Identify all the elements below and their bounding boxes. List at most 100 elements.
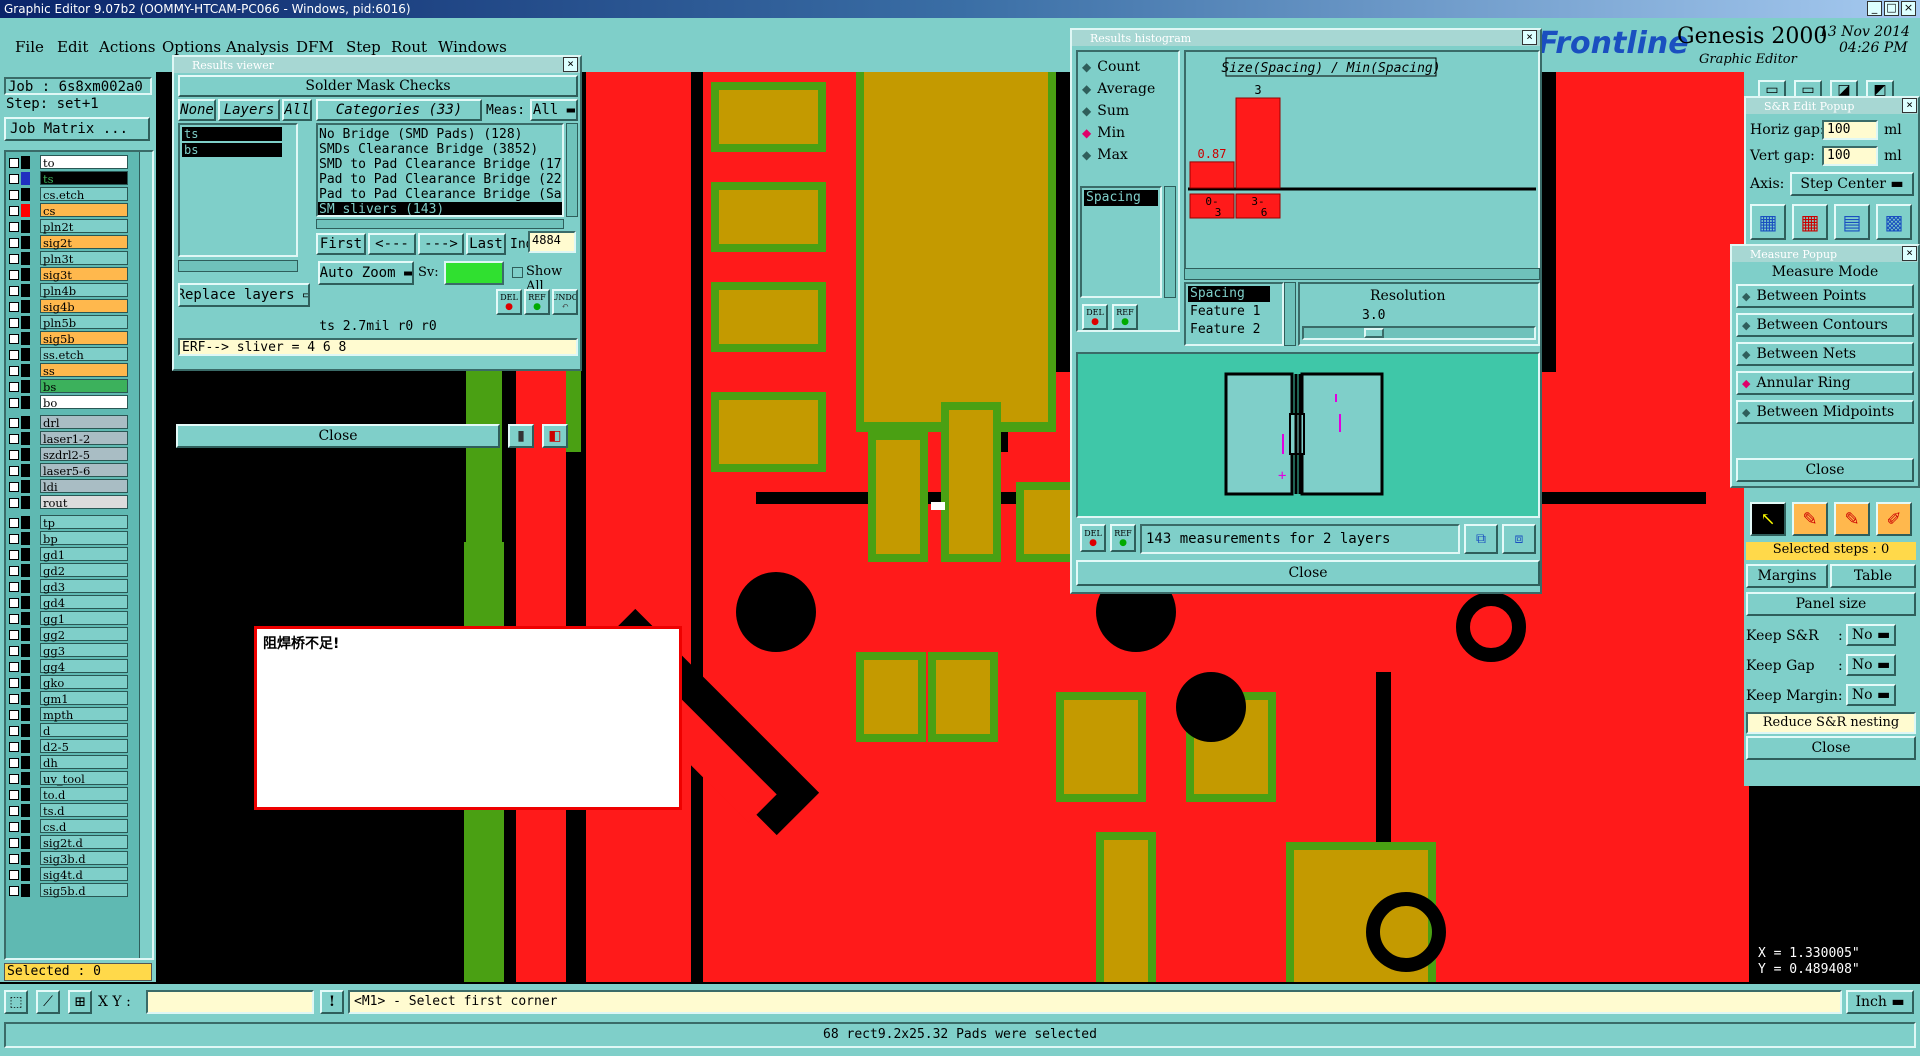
layer-name[interactable]: drl: [40, 415, 128, 430]
last-button[interactable]: Last: [466, 233, 506, 255]
layer-row[interactable]: ts: [6, 171, 128, 186]
layer-checkbox[interactable]: [9, 206, 19, 216]
layer-checkbox[interactable]: [9, 318, 19, 328]
layer-row[interactable]: dh: [6, 755, 128, 770]
mode-between-midpoints[interactable]: ◆ Between Midpoints: [1736, 400, 1914, 424]
layer-row[interactable]: d2-5: [6, 739, 128, 754]
layer-checkbox[interactable]: [9, 238, 19, 248]
layer-row[interactable]: gd1: [6, 547, 128, 562]
resolution-slider[interactable]: [1302, 326, 1536, 340]
layer-checkbox[interactable]: [9, 302, 19, 312]
layer-checkbox[interactable]: [9, 254, 19, 264]
mode-annular-ring[interactable]: ◆ Annular Ring: [1736, 371, 1914, 395]
option-average[interactable]: ◆ Average: [1082, 80, 1155, 98]
category-item[interactable]: SM slivers (143): [318, 202, 562, 215]
grid-icon[interactable]: ▦: [1792, 204, 1828, 240]
layer-name[interactable]: sig2t: [40, 235, 128, 250]
layer-row[interactable]: pln4b: [6, 283, 128, 298]
layer-name[interactable]: gm1: [40, 691, 128, 706]
layer-checkbox[interactable]: [9, 630, 19, 640]
layer-name[interactable]: ss.etch: [40, 347, 128, 362]
layer-checkbox[interactable]: [9, 158, 19, 168]
layer-checkbox[interactable]: [9, 806, 19, 816]
meas-dropdown[interactable]: All ▬: [530, 99, 578, 121]
zoom-icon[interactable]: ⧉: [1464, 524, 1498, 554]
histogram-close-button[interactable]: Close: [1076, 560, 1540, 586]
layer-row[interactable]: cs.etch: [6, 187, 128, 202]
keep-margin-dropdown[interactable]: No ▬: [1846, 684, 1896, 706]
layer-checkbox[interactable]: [9, 870, 19, 880]
layer-name[interactable]: ss: [40, 363, 128, 378]
layer-name[interactable]: mpth: [40, 707, 128, 722]
layer-name[interactable]: bo: [40, 395, 128, 410]
layer-checkbox[interactable]: [9, 598, 19, 608]
layer-name[interactable]: szdrl2-5: [40, 447, 128, 462]
layer-checkbox[interactable]: [9, 854, 19, 864]
del-button[interactable]: DEL ●: [1080, 524, 1106, 552]
layer-row[interactable]: rout: [6, 495, 128, 510]
ref-button[interactable]: REF ●: [1112, 304, 1138, 330]
measure-tool-icon[interactable]: ⟋: [36, 990, 60, 1014]
layer-name[interactable]: laser1-2: [40, 431, 128, 446]
layer-checkbox[interactable]: [9, 434, 19, 444]
ref-button[interactable]: REF ●: [524, 289, 550, 315]
field-feature-1[interactable]: Feature 1: [1190, 304, 1260, 319]
close-icon[interactable]: ×: [1902, 246, 1917, 261]
layer-row[interactable]: ss.etch: [6, 347, 128, 362]
auto-zoom-dropdown[interactable]: Auto Zoom ▬: [318, 261, 414, 285]
layer-row[interactable]: sig2t: [6, 235, 128, 250]
ref-button[interactable]: REF ●: [1110, 524, 1136, 552]
layer-row[interactable]: to.d: [6, 787, 128, 802]
grid-icon[interactable]: ▦: [1750, 204, 1786, 240]
layer-row[interactable]: sig3t: [6, 267, 128, 282]
layer-name[interactable]: rout: [40, 495, 128, 510]
category-item[interactable]: SMD to Pad Clearance Bridge (1706: [318, 157, 562, 172]
layer-checkbox[interactable]: [9, 350, 19, 360]
layer-name[interactable]: pln2t: [40, 219, 128, 234]
next-button[interactable]: --->: [418, 233, 464, 255]
layer-checkbox[interactable]: [9, 790, 19, 800]
layer-name[interactable]: to: [40, 155, 128, 170]
layer-checkbox[interactable]: [9, 838, 19, 848]
option-max[interactable]: ◆ Max: [1082, 146, 1128, 164]
layer-row[interactable]: pln5b: [6, 315, 128, 330]
layer-name[interactable]: gg2: [40, 627, 128, 642]
layer-list-hscroll[interactable]: [178, 260, 298, 272]
layer-checkbox[interactable]: [9, 174, 19, 184]
layer-checkbox[interactable]: [9, 710, 19, 720]
layer-name[interactable]: tp: [40, 515, 128, 530]
grid-icon[interactable]: ▤: [1834, 204, 1870, 240]
layer-row[interactable]: pln2t: [6, 219, 128, 234]
layer-checkbox[interactable]: [9, 822, 19, 832]
panel-size-button[interactable]: Panel size: [1746, 592, 1916, 616]
field-feature-2[interactable]: Feature 2: [1190, 322, 1260, 337]
layer-name[interactable]: sig2t.d: [40, 835, 128, 850]
layer-name[interactable]: laser5-6: [40, 463, 128, 478]
toolbar-icon-1[interactable]: ▮: [508, 424, 534, 448]
layer-row[interactable]: gd2: [6, 563, 128, 578]
layer-row[interactable]: gd3: [6, 579, 128, 594]
layer-checkbox[interactable]: [9, 742, 19, 752]
layer-row[interactable]: cs: [6, 203, 128, 218]
layer-checkbox[interactable]: [9, 678, 19, 688]
layer-name[interactable]: cs.etch: [40, 187, 128, 202]
axis-dropdown[interactable]: Step Center ▬: [1790, 172, 1914, 196]
layers-button[interactable]: Layers: [218, 99, 280, 121]
prev-button[interactable]: <---: [368, 233, 416, 255]
close-icon[interactable]: ×: [1902, 98, 1917, 113]
layer-row[interactable]: mpth: [6, 707, 128, 722]
layer-row[interactable]: gg2: [6, 627, 128, 642]
right-close-button[interactable]: Close: [1746, 736, 1916, 760]
menu-actions[interactable]: Actions: [99, 38, 155, 56]
option-count[interactable]: ◆ Count: [1082, 58, 1140, 76]
field-list-item[interactable]: Spacing: [1084, 190, 1158, 206]
layer-checkbox[interactable]: [9, 450, 19, 460]
xy-input[interactable]: [146, 990, 314, 1014]
layer-row[interactable]: gg3: [6, 643, 128, 658]
layer-row[interactable]: bo: [6, 395, 128, 410]
edit-icon[interactable]: ✐: [1876, 502, 1912, 536]
solder-mask-checks-header[interactable]: Solder Mask Checks: [178, 75, 578, 97]
result-layer-item[interactable]: ts: [182, 127, 282, 141]
layer-row[interactable]: gd4: [6, 595, 128, 610]
layer-checkbox[interactable]: [9, 566, 19, 576]
